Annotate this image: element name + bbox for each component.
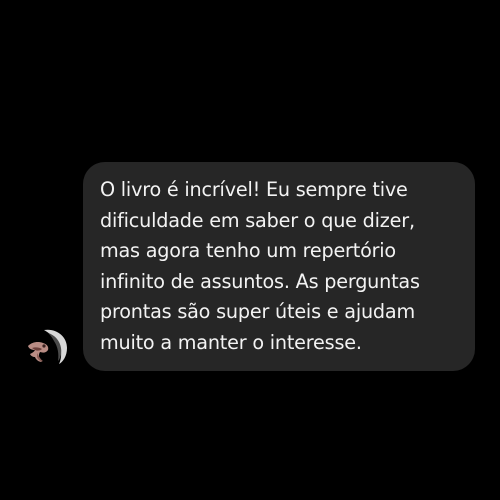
message-text: O livro é incrível! Eu sempre tive dific… xyxy=(100,178,420,354)
user-avatar-icon xyxy=(22,326,70,368)
chat-canvas: O livro é incrível! Eu sempre tive dific… xyxy=(0,0,500,500)
message-bubble: O livro é incrível! Eu sempre tive dific… xyxy=(83,162,475,371)
